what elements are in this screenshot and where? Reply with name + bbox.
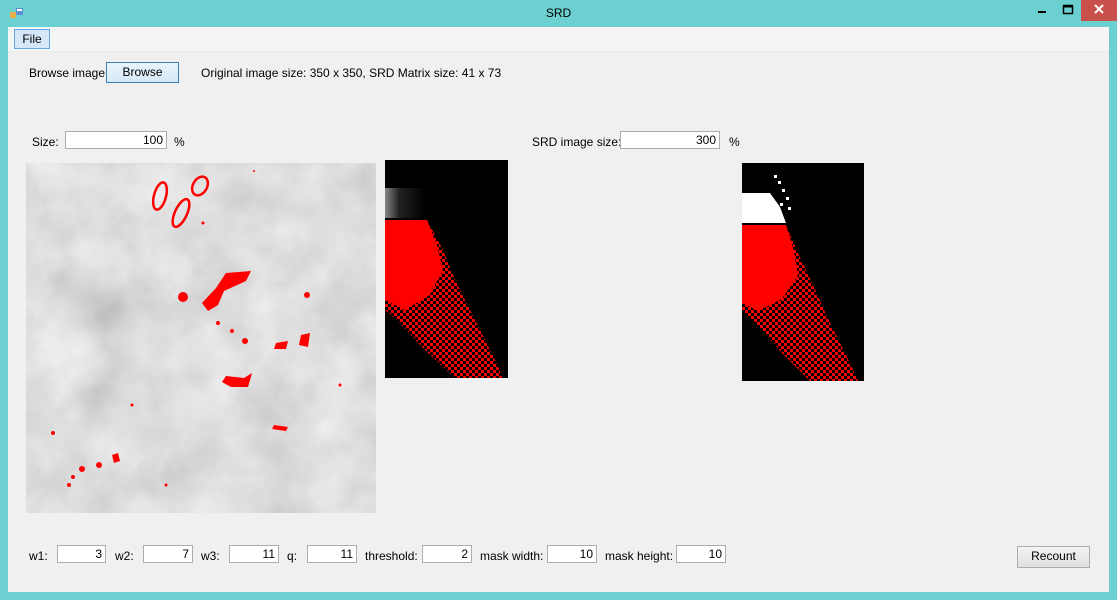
minimize-button[interactable] xyxy=(1029,0,1055,21)
srd-size-label: SRD image size: xyxy=(532,135,622,149)
w1-input[interactable]: 3 xyxy=(57,545,106,563)
srd-size-input[interactable]: 300 xyxy=(620,131,720,149)
threshold-input[interactable]: 2 xyxy=(422,545,472,563)
image-info-text: Original image size: 350 x 350, SRD Matr… xyxy=(201,66,502,80)
recount-button[interactable]: Recount xyxy=(1017,546,1090,568)
w2-label: w2: xyxy=(115,549,134,563)
size-unit: % xyxy=(174,135,185,149)
menu-file[interactable]: File xyxy=(14,29,50,49)
w2-input[interactable]: 7 xyxy=(143,545,193,563)
srd-matrix-image xyxy=(385,160,508,378)
q-label: q: xyxy=(287,549,298,563)
w3-label: w3: xyxy=(201,549,220,563)
close-button[interactable] xyxy=(1081,0,1117,21)
close-icon xyxy=(1094,4,1104,14)
srd-size-unit: % xyxy=(729,135,740,149)
q-input[interactable]: 11 xyxy=(307,545,357,563)
original-image xyxy=(26,163,376,513)
menu-bar: File xyxy=(8,27,1109,52)
mask-height-label: mask height: xyxy=(605,549,674,563)
w3-input[interactable]: 11 xyxy=(229,545,279,563)
browse-button[interactable]: Browse xyxy=(106,62,179,83)
client-area: File Browse image: Browse Original image… xyxy=(8,27,1109,592)
browse-image-label: Browse image: xyxy=(29,66,109,80)
mask-width-input[interactable]: 10 xyxy=(547,545,597,563)
w1-label: w1: xyxy=(29,549,48,563)
window-title: SRD xyxy=(545,6,572,20)
size-label: Size: xyxy=(32,135,59,149)
maximize-icon xyxy=(1062,4,1074,15)
minimize-icon xyxy=(1038,11,1046,13)
maximize-button[interactable] xyxy=(1055,0,1081,21)
threshold-label: threshold: xyxy=(365,549,418,563)
title-bar: SRD xyxy=(0,0,1117,27)
mask-width-label: mask width: xyxy=(480,549,544,563)
mask-height-input[interactable]: 10 xyxy=(676,545,726,563)
srd-result-image xyxy=(742,163,864,381)
size-input[interactable]: 100 xyxy=(65,131,167,149)
